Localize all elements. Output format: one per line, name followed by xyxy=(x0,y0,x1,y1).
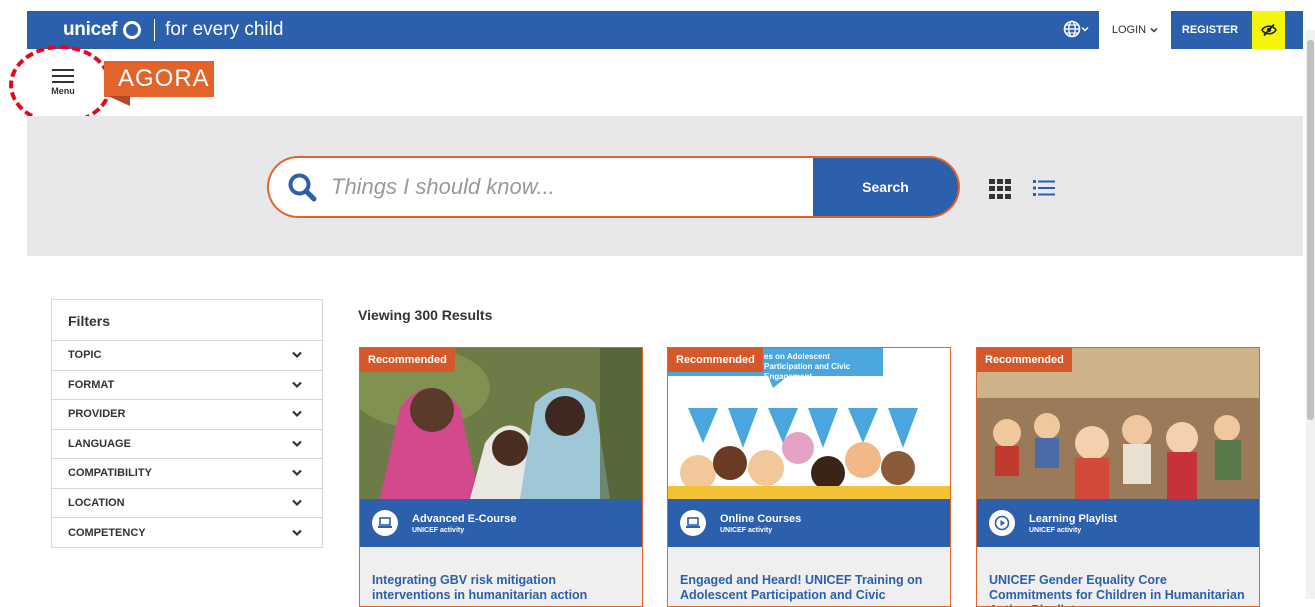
unicef-brand[interactable]: unicef for every child xyxy=(63,19,283,41)
recommended-badge: Recommended xyxy=(360,348,455,372)
card-provider: UNICEF activity xyxy=(412,526,465,534)
brand-name: unicef xyxy=(63,19,118,40)
filter-provider[interactable]: PROVIDER xyxy=(52,400,322,430)
filter-topic[interactable]: TOPIC xyxy=(52,341,322,371)
agora-logo[interactable]: AGORA xyxy=(104,61,214,97)
filter-language[interactable]: LANGUAGE xyxy=(52,430,322,459)
list-view-icon[interactable] xyxy=(1033,178,1055,198)
card-format: Advanced E-Course xyxy=(412,512,517,525)
chevron-down-icon xyxy=(292,499,302,506)
language-selector[interactable] xyxy=(1063,20,1089,38)
recommended-badge: Recommended xyxy=(977,348,1072,372)
chevron-down-icon xyxy=(292,440,302,447)
card-title[interactable]: UNICEF Gender Equality Core Commitments … xyxy=(989,573,1247,606)
card-provider: UNICEF activity xyxy=(1029,526,1082,534)
eye-slash-icon xyxy=(1260,23,1277,37)
filter-format[interactable]: FORMAT xyxy=(52,371,322,400)
play-icon xyxy=(994,515,1010,531)
search-box xyxy=(267,156,813,218)
chevron-down-icon xyxy=(1150,27,1158,33)
chevron-down-icon xyxy=(292,381,302,388)
globe-icon xyxy=(1063,20,1081,38)
highlight-annotation-circle xyxy=(9,45,112,125)
filters-panel: Filters TOPIC FORMAT PROVIDER LANGUAGE C… xyxy=(51,299,323,548)
filter-compatibility[interactable]: COMPATIBILITY xyxy=(52,459,322,489)
card-format-band: Advanced E-Course UNICEF activity xyxy=(360,499,642,547)
filters-title: Filters xyxy=(52,300,322,341)
course-card[interactable]: Recommended Learning Playlist UNICEF act… xyxy=(976,347,1260,607)
course-card[interactable]: es on Adolescent Participation and Civic… xyxy=(667,347,951,607)
card-format: Online Courses xyxy=(720,512,802,525)
card-format-band: Learning Playlist UNICEF activity xyxy=(977,499,1259,547)
page-scrollbar[interactable] xyxy=(1306,30,1315,599)
chevron-down-icon xyxy=(292,351,302,359)
search-input[interactable] xyxy=(329,173,789,201)
brand-divider xyxy=(154,19,156,41)
chevron-down-icon xyxy=(292,469,302,477)
search-icon xyxy=(288,173,317,202)
brand-tagline: for every child xyxy=(165,19,284,40)
card-format: Learning Playlist xyxy=(1029,512,1118,525)
card-provider: UNICEF activity xyxy=(720,526,773,534)
register-button[interactable]: REGISTER xyxy=(1172,11,1248,49)
card-image-text: es on Adolescent Participation and Civic… xyxy=(764,352,851,381)
course-card[interactable]: Recommended Advanced E-Course UNICEF act… xyxy=(359,347,643,607)
grid-view-icon[interactable] xyxy=(989,179,1011,199)
accessibility-button[interactable] xyxy=(1252,11,1285,49)
recommended-badge: Recommended xyxy=(668,348,763,372)
scrollbar-thumb[interactable] xyxy=(1307,40,1314,420)
logo-tail xyxy=(108,96,130,106)
unicef-globe-icon xyxy=(123,21,142,39)
chevron-down-icon xyxy=(1081,27,1089,32)
chevron-down-icon xyxy=(292,529,302,536)
laptop-icon xyxy=(686,517,700,528)
login-label: LOGIN xyxy=(1111,24,1147,36)
search-button[interactable]: Search xyxy=(813,156,960,218)
chevron-down-icon xyxy=(292,410,302,418)
card-format-band: Online Courses UNICEF activity xyxy=(668,499,950,547)
filter-competency[interactable]: COMPETENCY xyxy=(52,518,322,548)
filter-location[interactable]: LOCATION xyxy=(52,489,322,518)
login-button[interactable]: LOGIN xyxy=(1099,11,1171,49)
laptop-icon xyxy=(378,517,392,528)
results-count: Viewing 300 Results xyxy=(358,307,493,323)
